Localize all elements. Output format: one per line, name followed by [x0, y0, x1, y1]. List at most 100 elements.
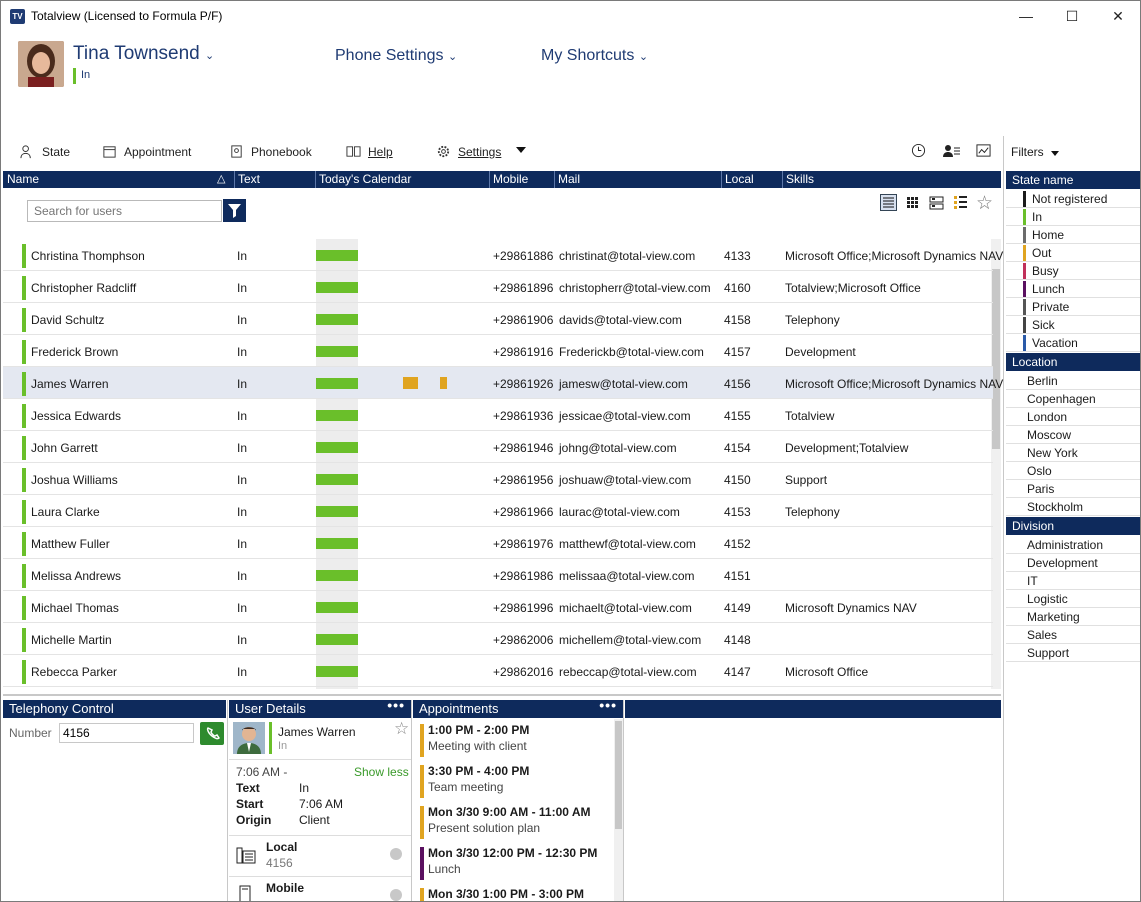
appointments-scrollbar[interactable]: [614, 719, 623, 901]
filter-item[interactable]: Sales: [1006, 626, 1140, 644]
table-row[interactable]: Laura Clarke In +29861966 laurac@total-view…: [3, 495, 993, 527]
user-avatar[interactable]: [18, 41, 64, 87]
phone-settings-menu[interactable]: Phone Settings ⌄: [335, 47, 457, 65]
table-row[interactable]: Rebecca Parker In +29862016 rebeccap@total-…: [3, 655, 993, 687]
table-row[interactable]: Frederick Brown In +29861916 Frederickb@tot…: [3, 335, 993, 367]
filter-item[interactable]: Not registered: [1006, 190, 1140, 208]
appointment-item[interactable]: Mon 3/30 9:00 AM - 11:00 AM Present solut…: [420, 804, 610, 840]
table-row[interactable]: Matthew Fuller In +29861976 matthewf@total-…: [3, 527, 993, 559]
table-row[interactable]: Jessica Edwards In +29861936 jessicae@total…: [3, 399, 993, 431]
filter-item[interactable]: Sick: [1006, 316, 1140, 334]
filter-item[interactable]: Copenhagen: [1006, 390, 1140, 408]
contact-card-icon[interactable]: [943, 143, 960, 161]
filter-item[interactable]: Vacation: [1006, 334, 1140, 352]
column-mobile[interactable]: Mobile: [493, 172, 528, 186]
filter-item[interactable]: Stockholm: [1006, 498, 1140, 516]
phonebook-button[interactable]: Phonebook: [229, 144, 312, 159]
sort-ascending-icon[interactable]: △: [217, 172, 225, 185]
more-icon[interactable]: •••: [599, 697, 617, 713]
filter-item[interactable]: Paris: [1006, 480, 1140, 498]
view-grid-icon[interactable]: [904, 194, 921, 214]
appointment-item[interactable]: Mon 3/30 1:00 PM - 3:00 PM: [420, 886, 610, 901]
calendar-bar[interactable]: [316, 570, 358, 581]
number-field[interactable]: [59, 723, 194, 743]
calendar-bar[interactable]: [316, 474, 358, 485]
more-icon[interactable]: •••: [387, 697, 405, 713]
clock-icon[interactable]: [911, 143, 926, 161]
table-row[interactable]: Michelle Martin In +29862006 michellem@tota…: [3, 623, 993, 655]
filter-item[interactable]: Moscow: [1006, 426, 1140, 444]
column-calendar[interactable]: Today's Calendar: [319, 172, 411, 186]
filter-item[interactable]: Lunch: [1006, 280, 1140, 298]
calendar-bar[interactable]: [316, 314, 358, 325]
filter-item[interactable]: Home: [1006, 226, 1140, 244]
filter-item[interactable]: Administration: [1006, 536, 1140, 554]
column-name[interactable]: Name: [7, 172, 39, 186]
calendar-event-block[interactable]: [403, 377, 418, 389]
table-row[interactable]: John Garrett In +29861946 johng@total-view.…: [3, 431, 993, 463]
scrollbar-thumb[interactable]: [992, 269, 1000, 449]
settings-dropdown-arrow[interactable]: [516, 147, 526, 153]
calendar-bar[interactable]: [316, 602, 358, 613]
filter-item[interactable]: IT: [1006, 572, 1140, 590]
filter-item[interactable]: Support: [1006, 644, 1140, 662]
appointment-item[interactable]: 3:30 PM - 4:00 PM Team meeting: [420, 763, 610, 799]
calendar-bar[interactable]: [316, 442, 358, 453]
filter-item[interactable]: Out: [1006, 244, 1140, 262]
filter-button[interactable]: [223, 199, 246, 222]
filter-item[interactable]: Marketing: [1006, 608, 1140, 626]
calendar-bar[interactable]: [316, 410, 358, 421]
view-status-icon[interactable]: [952, 194, 969, 214]
my-shortcuts-menu[interactable]: My Shortcuts ⌄: [541, 47, 648, 65]
appointment-item[interactable]: Mon 3/30 12:00 PM - 12:30 PM Lunch: [420, 845, 610, 881]
table-row[interactable]: James Warren In +29861926 jamesw@total-view…: [3, 367, 1003, 399]
calendar-event-block[interactable]: [440, 377, 447, 389]
filter-item[interactable]: Busy: [1006, 262, 1140, 280]
settings-button[interactable]: Settings: [436, 144, 501, 159]
appointment-button[interactable]: Appointment: [102, 144, 191, 159]
filter-item[interactable]: In: [1006, 208, 1140, 226]
call-button[interactable]: [200, 722, 224, 745]
calendar-bar[interactable]: [316, 378, 358, 389]
splitter[interactable]: [3, 694, 1001, 696]
filter-item[interactable]: New York: [1006, 444, 1140, 462]
filters-menu[interactable]: Filters: [1011, 145, 1060, 159]
table-row[interactable]: Michael Thomas In +29861996 michaelt@total-…: [3, 591, 993, 623]
local-value[interactable]: 4156: [266, 856, 293, 870]
calendar-bar[interactable]: [316, 634, 358, 645]
filter-item[interactable]: Berlin: [1006, 372, 1140, 390]
filter-item[interactable]: London: [1006, 408, 1140, 426]
filter-item[interactable]: Private: [1006, 298, 1140, 316]
column-skills[interactable]: Skills: [786, 172, 814, 186]
view-cards-icon[interactable]: [928, 194, 945, 214]
help-button[interactable]: Help: [346, 144, 393, 159]
calendar-bar[interactable]: [316, 250, 358, 261]
column-text[interactable]: Text: [238, 172, 260, 186]
table-row[interactable]: Joshua Williams In +29861956 joshuaw@total-…: [3, 463, 993, 495]
calendar-bar[interactable]: [316, 506, 358, 517]
state-button[interactable]: State: [20, 144, 70, 159]
calendar-bar[interactable]: [316, 538, 358, 549]
table-row[interactable]: David Schultz In +29861906 davids@total-vie…: [3, 303, 993, 335]
table-row[interactable]: Christina Thomphson In +29861886 christinat…: [3, 239, 1003, 271]
calendar-bar[interactable]: [316, 666, 358, 677]
user-name-menu[interactable]: Tina Townsend ⌄: [73, 43, 214, 65]
filter-item[interactable]: Oslo: [1006, 462, 1140, 480]
chart-icon[interactable]: [976, 143, 991, 161]
table-row[interactable]: Melissa Andrews In +29861986 melissaa@total…: [3, 559, 993, 591]
column-mail[interactable]: Mail: [558, 172, 580, 186]
calendar-bar[interactable]: [316, 282, 358, 293]
filter-item[interactable]: Development: [1006, 554, 1140, 572]
filter-item[interactable]: Logistic: [1006, 590, 1140, 608]
minimize-button[interactable]: —: [1003, 1, 1049, 31]
favorite-star-icon[interactable]: ☆: [394, 719, 409, 739]
star-icon[interactable]: ☆: [976, 192, 993, 215]
appointment-item[interactable]: 1:00 PM - 2:00 PM Meeting with client: [420, 722, 610, 758]
calendar-bar[interactable]: [316, 346, 358, 357]
search-input[interactable]: [27, 200, 222, 222]
table-row[interactable]: Christopher Radcliff In +29861896 christoph…: [3, 271, 993, 303]
maximize-button[interactable]: ☐: [1049, 1, 1095, 31]
show-less-link[interactable]: Show less: [354, 765, 409, 779]
close-button[interactable]: ✕: [1095, 1, 1140, 31]
column-local[interactable]: Local: [725, 172, 754, 186]
